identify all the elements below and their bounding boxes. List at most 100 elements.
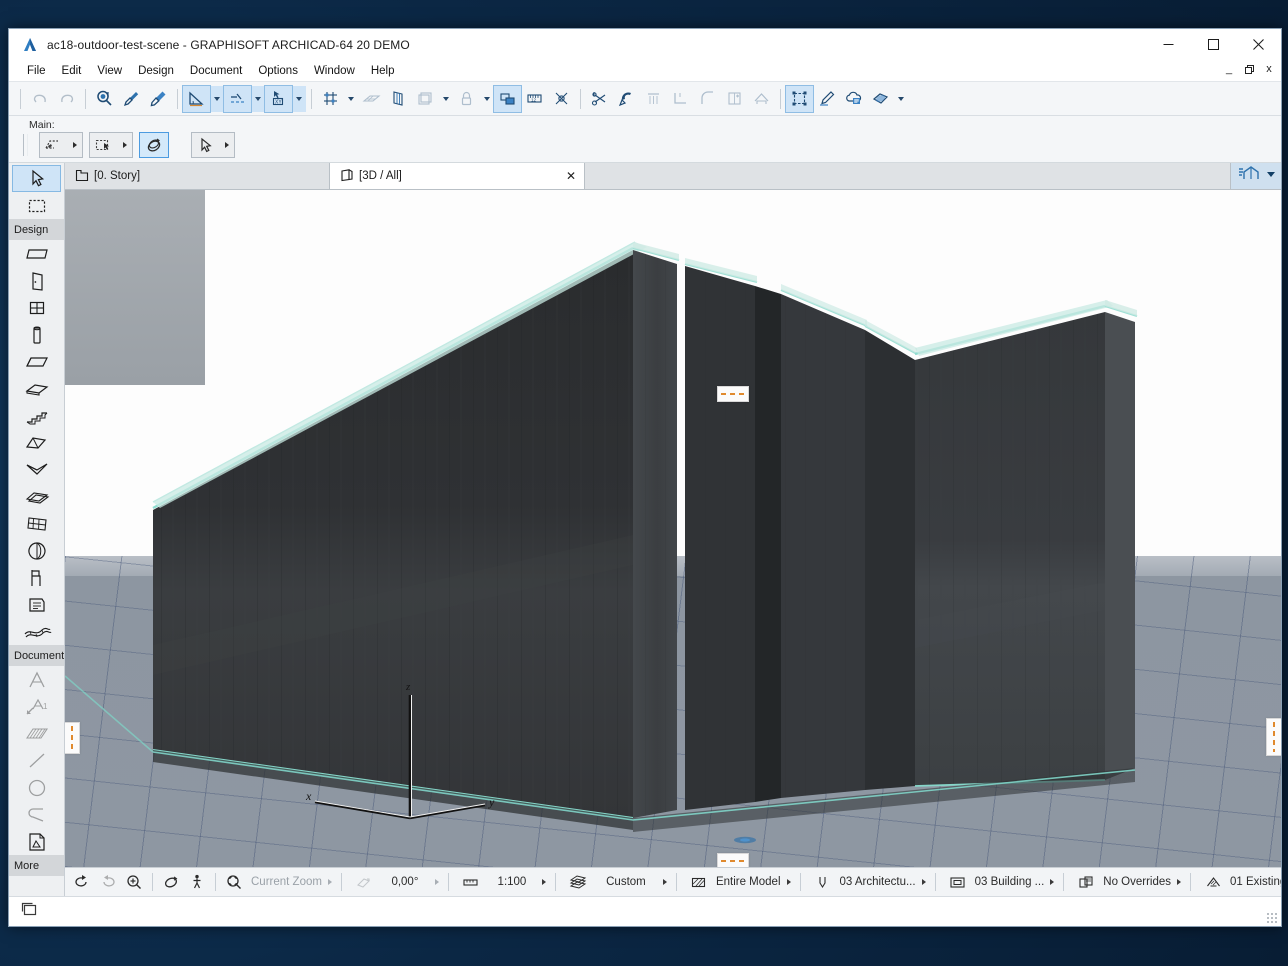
orientation-field[interactable]: 0,00° [347, 870, 443, 894]
menu-file[interactable]: File [19, 63, 54, 79]
layers-dropdown-icon[interactable] [439, 86, 453, 112]
render-dropdown-icon[interactable] [894, 86, 908, 112]
solid-element-icon[interactable] [721, 86, 748, 112]
maximize-button[interactable] [1191, 29, 1236, 59]
edit-pencil-icon[interactable] [813, 86, 840, 112]
scale-field[interactable]: 1:100 [454, 870, 550, 894]
tool-roof[interactable] [12, 429, 61, 456]
find-select-icon[interactable] [91, 86, 118, 112]
marquee-rect-dropdown-icon[interactable] [118, 134, 132, 156]
3d-view-house-icon[interactable] [1237, 165, 1263, 188]
view-dropdown-icon[interactable] [1265, 167, 1277, 185]
layers-icon[interactable] [412, 86, 439, 112]
tool-text[interactable] [12, 666, 61, 693]
marquee-rect-icon[interactable] [90, 134, 118, 156]
walk-icon[interactable] [184, 870, 210, 894]
building-model[interactable]: x y z [65, 190, 1281, 867]
undo-icon[interactable] [26, 86, 53, 112]
arrow-select-dropdown-icon[interactable] [220, 134, 234, 156]
snap-grid-dropdown-icon[interactable] [344, 86, 358, 112]
redo-icon[interactable] [53, 86, 80, 112]
orbit-small-icon[interactable] [158, 870, 184, 894]
3d-viewport[interactable]: x y z [65, 190, 1281, 867]
marquee-freehand-icon[interactable] [40, 134, 68, 156]
tool-mesh[interactable] [12, 483, 61, 510]
guide-lines-icon[interactable] [182, 84, 211, 113]
coordinate-xy-dropdown-icon[interactable] [292, 85, 306, 112]
pan-marker-top[interactable] [717, 386, 749, 402]
orbit-icon[interactable] [140, 134, 168, 156]
3d-grid-icon[interactable] [385, 86, 412, 112]
lock-icon[interactable] [453, 86, 480, 112]
cascade-windows-icon[interactable] [19, 900, 39, 923]
render-box-icon[interactable] [867, 86, 894, 112]
tool-circle[interactable] [12, 774, 61, 801]
guide-lines-dropdown-icon[interactable] [210, 85, 224, 112]
menu-design[interactable]: Design [130, 63, 182, 79]
measure-tape-icon[interactable]: 12 [521, 86, 548, 112]
tool-morph[interactable] [12, 537, 61, 564]
tool-shell[interactable] [12, 456, 61, 483]
marker-icon[interactable] [548, 86, 575, 112]
tool-terrain-mesh[interactable] [12, 618, 61, 645]
penset-field[interactable]: 03 Architectu... [806, 870, 930, 894]
tool-lamp[interactable] [12, 591, 61, 618]
menu-edit[interactable]: Edit [54, 63, 90, 79]
syringe-icon[interactable] [145, 86, 172, 112]
minimize-button[interactable] [1146, 29, 1191, 59]
mdi-minimize-button[interactable]: _ [1223, 62, 1235, 76]
tool-polyline[interactable] [12, 801, 61, 828]
current-zoom-field[interactable]: Current Zoom [247, 870, 336, 894]
marquee-3d-icon[interactable] [785, 84, 814, 113]
magic-wand-icon[interactable] [613, 86, 640, 112]
fillet-icon[interactable] [694, 86, 721, 112]
tab-3d-all[interactable]: [3D / All] ✕ [330, 163, 585, 189]
tool-door[interactable] [12, 267, 61, 294]
snap-grid-icon[interactable] [317, 86, 344, 112]
fit-in-window-icon[interactable] [221, 870, 247, 894]
group-icon[interactable] [493, 84, 522, 113]
tool-stair[interactable] [12, 402, 61, 429]
tool-marquee[interactable] [12, 192, 61, 219]
pan-marker-right[interactable] [1266, 718, 1281, 756]
pan-marker-bottom[interactable] [717, 853, 749, 867]
zoom-previous-icon[interactable] [69, 870, 95, 894]
tab-story-plan[interactable]: [0. Story] [65, 163, 330, 189]
zoom-next-icon[interactable] [95, 870, 121, 894]
marquee-freehand-dropdown-icon[interactable] [68, 134, 82, 156]
tool-slab[interactable] [12, 375, 61, 402]
tool-curtain-wall[interactable] [12, 510, 61, 537]
tool-window[interactable] [12, 294, 61, 321]
tool-label[interactable]: 1 [12, 693, 61, 720]
eyedropper-icon[interactable] [118, 86, 145, 112]
tool-drawing[interactable] [12, 828, 61, 855]
menu-window[interactable]: Window [306, 63, 363, 79]
menu-help[interactable]: Help [363, 63, 403, 79]
mdi-close-button[interactable]: x [1263, 62, 1275, 76]
roof-trim-icon[interactable] [748, 86, 775, 112]
zoom-in-icon[interactable] [121, 870, 147, 894]
lock-dropdown-icon[interactable] [480, 86, 494, 112]
tool-column[interactable] [12, 321, 61, 348]
tool-beam[interactable] [12, 348, 61, 375]
close-button[interactable] [1236, 29, 1281, 59]
menu-document[interactable]: Document [182, 63, 250, 79]
mdi-restore-button[interactable] [1243, 62, 1255, 76]
elevation-snap-dropdown-icon[interactable] [251, 85, 265, 112]
layer-combination-field[interactable]: Custom [561, 870, 671, 894]
cloud-info-icon[interactable] [840, 86, 867, 112]
tool-object[interactable] [12, 564, 61, 591]
tool-arrow[interactable] [12, 165, 61, 192]
toolbox-more-label[interactable]: More [9, 855, 64, 876]
menu-view[interactable]: View [89, 63, 130, 79]
tool-wall[interactable] [12, 240, 61, 267]
graphic-override-field[interactable]: No Overrides [1069, 870, 1185, 894]
grid-plane-icon[interactable] [358, 86, 385, 112]
tool-fill[interactable] [12, 720, 61, 747]
scissors-icon[interactable] [586, 86, 613, 112]
palette-drag-grip[interactable] [23, 134, 28, 156]
intersect-icon[interactable] [667, 86, 694, 112]
elevation-snap-icon[interactable] [223, 84, 252, 113]
window-resize-grip[interactable] [1266, 912, 1278, 924]
arrow-pointer-icon[interactable] [192, 134, 220, 156]
